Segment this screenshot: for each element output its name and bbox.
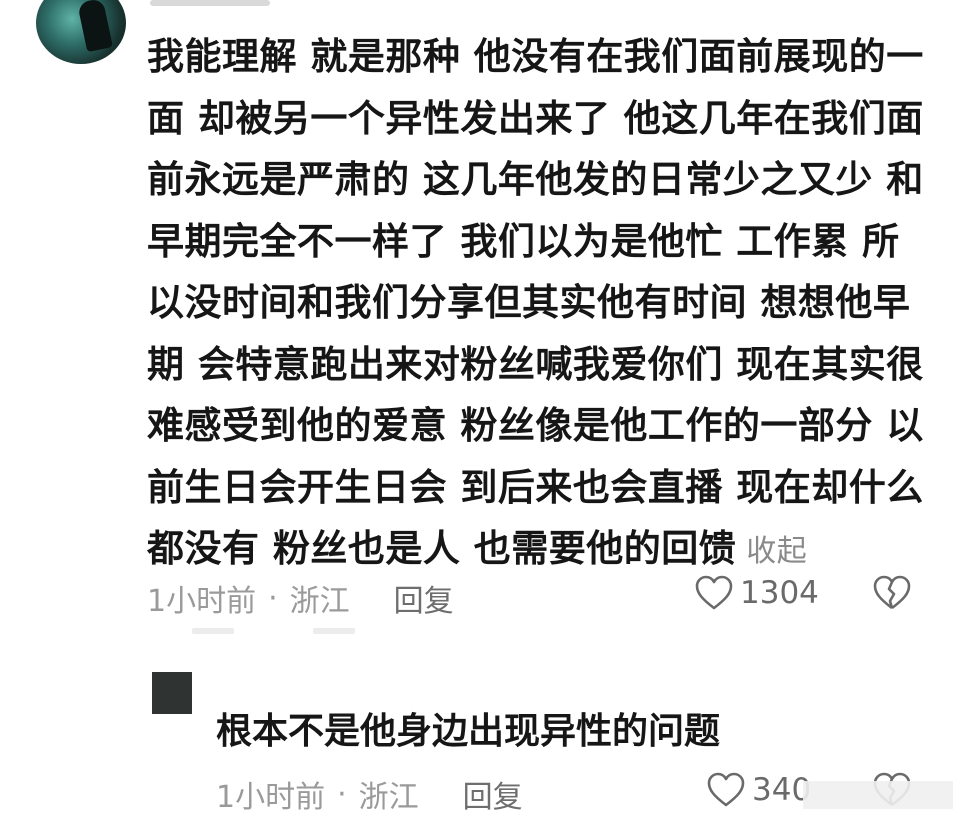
meta-separator: · xyxy=(337,776,347,812)
like-button[interactable]: 340 xyxy=(706,771,811,809)
meta-separator: · xyxy=(268,580,278,616)
reply-location: 浙江 xyxy=(358,780,419,815)
reply-time: 1小时前 xyxy=(216,780,326,815)
heart-icon xyxy=(695,575,733,610)
divider xyxy=(192,628,234,634)
comment-meta: 1小时前 · 浙江 回复 xyxy=(147,576,454,620)
comment-text: 我能理解 就是那种 他没有在我们面前展现的一面 却被另一个异性发出来了 他这几年… xyxy=(147,35,924,570)
reply-button[interactable]: 回复 xyxy=(394,576,454,620)
avatar[interactable] xyxy=(36,0,126,64)
username-redacted xyxy=(150,0,270,6)
broken-heart-icon xyxy=(873,575,911,610)
like-count: 1304 xyxy=(740,575,819,611)
watermark xyxy=(803,781,953,809)
heart-icon xyxy=(707,772,745,807)
avatar[interactable] xyxy=(152,672,192,714)
like-button[interactable]: 1304 xyxy=(694,574,819,612)
comment-time: 1小时前 xyxy=(147,584,257,619)
divider xyxy=(313,628,355,634)
comment-location: 浙江 xyxy=(289,584,350,619)
comment-thread: 我能理解 就是那种 他没有在我们面前展现的一面 却被另一个异性发出来了 他这几年… xyxy=(0,0,960,827)
reply-body: 根本不是他身边出现异性的问题 xyxy=(216,711,721,752)
comment-body: 我能理解 就是那种 他没有在我们面前展现的一面 却被另一个异性发出来了 他这几年… xyxy=(147,26,927,583)
reply-button[interactable]: 回复 xyxy=(463,772,523,816)
collapse-button[interactable]: 收起 xyxy=(746,534,807,569)
reply-meta: 1小时前 · 浙江 回复 xyxy=(216,772,523,816)
dislike-button[interactable] xyxy=(872,574,912,616)
